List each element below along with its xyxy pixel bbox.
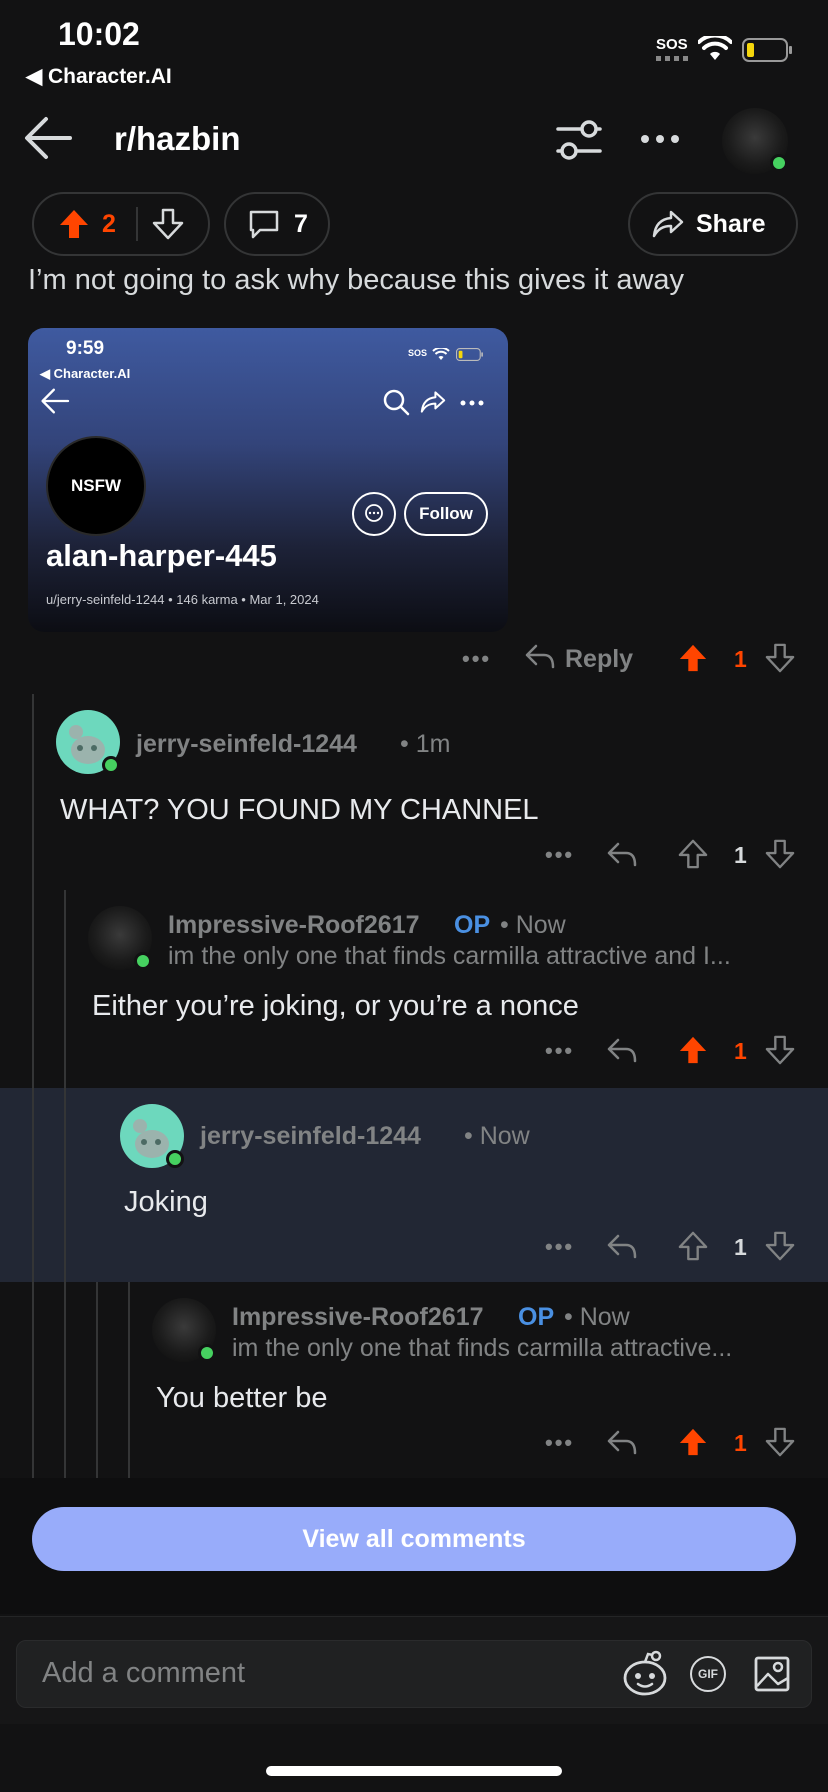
embed-search-icon <box>382 388 410 416</box>
thread-line-level-3 <box>96 1282 98 1478</box>
comment-3-text: Joking <box>124 1186 208 1218</box>
gif-icon[interactable]: GIF <box>690 1656 726 1692</box>
thread-line-level-4 <box>128 1282 130 1478</box>
comment-2-text: Either you’re joking, or you’re a nonce <box>92 990 579 1022</box>
comment-1-text: WHAT? YOU FOUND MY CHANNEL <box>60 794 539 826</box>
comment-4-online-dot <box>198 1344 216 1362</box>
comment-2-upvote-icon[interactable] <box>678 1034 708 1066</box>
post-reply-icon[interactable] <box>524 642 556 670</box>
post-reply-button[interactable]: Reply <box>565 645 633 674</box>
embed-chat-icon <box>352 492 396 536</box>
comment-1-online-dot <box>102 756 120 774</box>
comment-2-reply-icon[interactable] <box>606 1036 638 1064</box>
comment-2-downvote-icon[interactable] <box>765 1034 795 1066</box>
back-to-app-link[interactable]: ◀ Character.AI <box>26 64 172 89</box>
comment-1-time: • 1m <box>400 730 451 758</box>
thread-line-level-2 <box>64 890 66 1478</box>
post-body-text: I’m not going to ask why because this gi… <box>28 264 685 296</box>
upvote-icon[interactable] <box>58 208 90 240</box>
comment-1-score: 1 <box>734 842 747 868</box>
comment-3-score: 1 <box>734 1234 747 1260</box>
comments-button[interactable]: 7 <box>224 192 330 256</box>
post-more-icon[interactable]: ••• <box>462 646 491 672</box>
comment-4-downvote-icon[interactable] <box>765 1426 795 1458</box>
comment-1-upvote-icon[interactable] <box>678 838 708 870</box>
thread-line-level-1 <box>32 694 34 1478</box>
post-upvote-icon[interactable] <box>678 642 708 674</box>
comment-4-username[interactable]: Impressive-Roof2617 <box>232 1303 484 1332</box>
comment-4-text: You better be <box>156 1382 328 1414</box>
comment-1-reply-icon[interactable] <box>606 840 638 868</box>
more-options-icon[interactable] <box>640 134 680 144</box>
comment-3-downvote-icon[interactable] <box>765 1230 795 1262</box>
comment-3-online-dot <box>166 1150 184 1168</box>
comment-1-username[interactable]: jerry-seinfeld-1244 <box>136 730 357 759</box>
comment-bubble-icon <box>248 208 280 240</box>
comment-3-upvote-icon[interactable] <box>678 1230 708 1262</box>
embed-battery-icon <box>456 348 484 361</box>
post-score: 2 <box>102 209 116 238</box>
comment-4-upvote-icon[interactable] <box>678 1426 708 1458</box>
signal-dots-icon <box>656 56 690 62</box>
post-image[interactable]: 9:59 ◀ Character.AI SOS NSFW Follow alan… <box>28 328 508 632</box>
comment-4-time: • Now <box>564 1303 630 1331</box>
comment-count: 7 <box>294 209 308 238</box>
embed-more-icon <box>460 400 484 406</box>
comment-4-quoted-parent: im the only one that finds carmilla attr… <box>232 1334 733 1362</box>
status-time: 10:02 <box>58 16 140 52</box>
embed-status-time: 9:59 <box>66 338 105 359</box>
comment-1-downvote-icon[interactable] <box>765 838 795 870</box>
vote-pill: 2 <box>32 192 210 256</box>
embed-nsfw-avatar: NSFW <box>46 436 146 536</box>
embed-user-meta: u/jerry-seinfeld-1244 • 146 karma • Mar … <box>46 592 319 607</box>
comment-4-reply-icon[interactable] <box>606 1428 638 1456</box>
subreddit-title[interactable]: r/hazbin <box>114 120 241 158</box>
comment-3-time: • Now <box>464 1122 530 1150</box>
share-label: Share <box>696 209 766 238</box>
comment-3-more-icon[interactable]: ••• <box>545 1234 574 1260</box>
comment-2-online-dot <box>134 952 152 970</box>
share-arrow-icon <box>652 209 684 239</box>
view-all-comments-button[interactable]: View all comments <box>32 1507 796 1571</box>
image-upload-icon[interactable] <box>754 1656 790 1692</box>
embed-follow-button: Follow <box>404 492 488 536</box>
embed-sos: SOS <box>408 348 428 358</box>
vote-divider <box>135 207 138 241</box>
online-status-dot <box>770 154 788 172</box>
filter-sliders-icon[interactable] <box>556 118 602 162</box>
embed-wifi-icon <box>432 348 450 361</box>
embed-back-app: ◀ Character.AI <box>40 366 131 381</box>
battery-icon <box>742 38 794 62</box>
comment-4-more-icon[interactable]: ••• <box>545 1430 574 1456</box>
home-indicator[interactable] <box>266 1766 562 1776</box>
embed-username: alan-harper-445 <box>46 538 277 573</box>
comment-3-username[interactable]: jerry-seinfeld-1244 <box>200 1122 421 1151</box>
post-vote-score: 1 <box>734 646 747 672</box>
comment-2-op-badge: OP <box>454 911 491 939</box>
back-arrow-icon[interactable] <box>24 116 72 160</box>
comment-2-quoted-parent: im the only one that finds carmilla attr… <box>168 942 731 970</box>
sos-indicator: SOS <box>656 36 688 53</box>
comment-4-op-badge: OP <box>518 1303 555 1331</box>
post-downvote-icon[interactable] <box>765 642 795 674</box>
downvote-icon[interactable] <box>152 208 184 240</box>
wifi-icon <box>698 36 732 62</box>
add-comment-placeholder: Add a comment <box>42 1657 246 1689</box>
comment-2-score: 1 <box>734 1038 747 1064</box>
comment-4-score: 1 <box>734 1430 747 1456</box>
snoo-emoji-icon[interactable] <box>620 1650 670 1698</box>
comment-3-reply-icon[interactable] <box>606 1232 638 1260</box>
comment-2-time: • Now <box>500 911 566 939</box>
share-button[interactable]: Share <box>628 192 798 256</box>
embed-share-icon <box>420 390 446 414</box>
comment-2-username[interactable]: Impressive-Roof2617 <box>168 911 420 940</box>
comment-2-more-icon[interactable]: ••• <box>545 1038 574 1064</box>
comment-1-more-icon[interactable]: ••• <box>545 842 574 868</box>
gif-label: GIF <box>698 1667 718 1681</box>
embed-back-arrow-icon <box>40 388 70 414</box>
